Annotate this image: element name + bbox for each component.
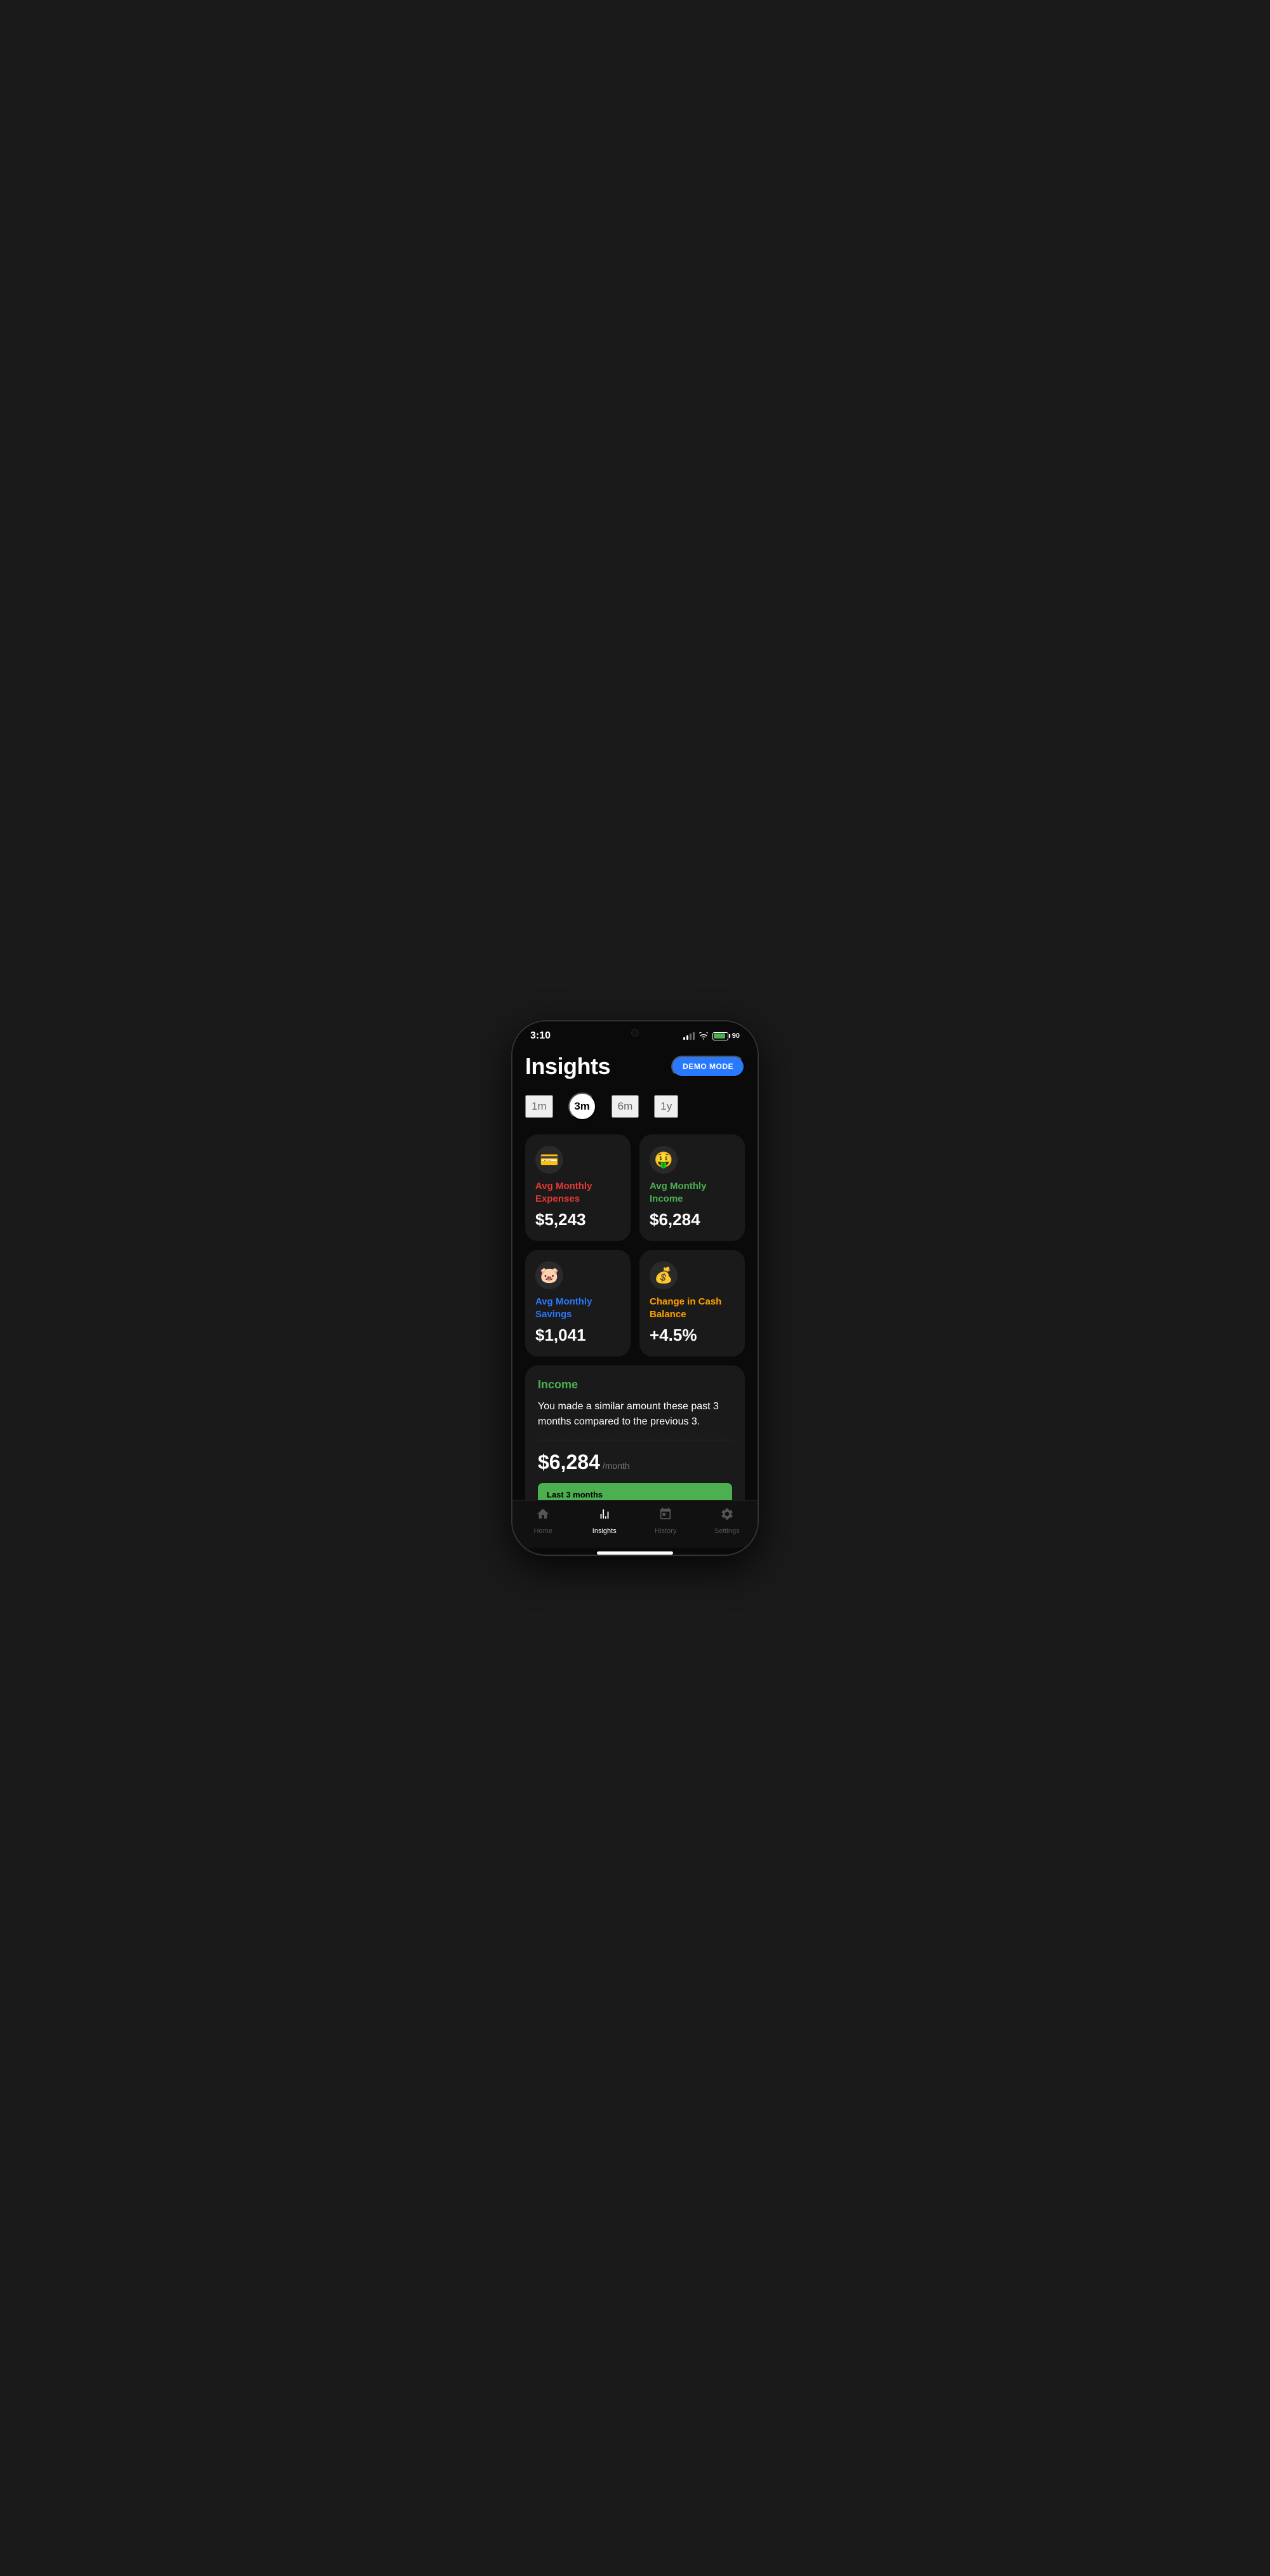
demo-mode-button[interactable]: DEMO MODE — [671, 1056, 745, 1077]
income-icon: 🤑 — [650, 1146, 678, 1174]
tab-3m[interactable]: 3m — [568, 1092, 596, 1120]
income-amount-value: $6,284 — [538, 1451, 600, 1474]
battery-level: 90 — [732, 1032, 740, 1040]
tab-6m[interactable]: 6m — [612, 1095, 639, 1118]
income-card-small: 🤑 Avg Monthly Income $6,284 — [639, 1134, 745, 1241]
income-label: Avg Monthly Income — [650, 1180, 735, 1205]
nav-insights[interactable]: Insights — [574, 1507, 636, 1535]
cash-balance-card: 💰 Change in Cash Balance +4.5% — [639, 1250, 745, 1357]
nav-home[interactable]: Home — [512, 1507, 574, 1535]
nav-history-label: History — [655, 1527, 676, 1535]
signal-icon — [683, 1032, 695, 1040]
insights-icon — [598, 1507, 612, 1525]
tab-1m[interactable]: 1m — [525, 1095, 553, 1118]
income-value: $6,284 — [650, 1210, 735, 1230]
cash-balance-value: +4.5% — [650, 1325, 735, 1345]
savings-icon: 🐷 — [535, 1261, 563, 1289]
income-detail-card: Income You made a similar amount these p… — [525, 1365, 745, 1500]
settings-icon — [720, 1507, 734, 1525]
cards-grid: 💳 Avg Monthly Expenses $5,243 🤑 Avg Mont… — [525, 1134, 745, 1357]
battery-icon: 90 — [712, 1032, 740, 1040]
savings-value: $1,041 — [535, 1325, 620, 1345]
nav-insights-label: Insights — [592, 1527, 617, 1535]
income-detail-description: You made a similar amount these past 3 m… — [538, 1399, 732, 1430]
nav-settings[interactable]: Settings — [697, 1507, 758, 1535]
main-content[interactable]: Insights DEMO MODE 1m 3m 6m 1y 💳 Avg Mon… — [512, 1047, 758, 1500]
status-icons: 90 — [683, 1032, 740, 1040]
nav-home-label: Home — [534, 1527, 552, 1535]
income-detail-title: Income — [538, 1378, 732, 1391]
income-bar-label: Last 3 months — [547, 1490, 603, 1499]
cash-balance-label: Change in Cash Balance — [650, 1296, 735, 1320]
home-icon — [536, 1507, 550, 1525]
header: Insights DEMO MODE — [525, 1047, 745, 1092]
home-indicator — [597, 1551, 673, 1555]
expenses-icon: 💳 — [535, 1146, 563, 1174]
nav-settings-label: Settings — [714, 1527, 740, 1535]
income-amount: $6,284 /month — [538, 1451, 732, 1474]
expenses-card: 💳 Avg Monthly Expenses $5,243 — [525, 1134, 631, 1241]
phone-frame: 3:10 90 Insight — [511, 1020, 759, 1556]
savings-label: Avg Monthly Savings — [535, 1296, 620, 1320]
bottom-nav: Home Insights History — [512, 1500, 758, 1548]
history-icon — [658, 1507, 672, 1525]
cash-balance-icon: 💰 — [650, 1261, 678, 1289]
savings-card: 🐷 Avg Monthly Savings $1,041 — [525, 1250, 631, 1357]
time-tabs: 1m 3m 6m 1y — [525, 1092, 745, 1120]
page-title: Insights — [525, 1053, 610, 1080]
expenses-value: $5,243 — [535, 1210, 620, 1230]
expenses-label: Avg Monthly Expenses — [535, 1180, 620, 1205]
income-amount-period: /month — [603, 1461, 630, 1471]
phone-screen: 3:10 90 Insight — [512, 1021, 758, 1555]
status-time: 3:10 — [530, 1030, 551, 1042]
camera-notch — [631, 1029, 639, 1037]
tab-1y[interactable]: 1y — [654, 1095, 678, 1118]
nav-history[interactable]: History — [635, 1507, 697, 1535]
income-bar: Last 3 months — [538, 1483, 732, 1500]
wifi-icon — [698, 1032, 709, 1040]
